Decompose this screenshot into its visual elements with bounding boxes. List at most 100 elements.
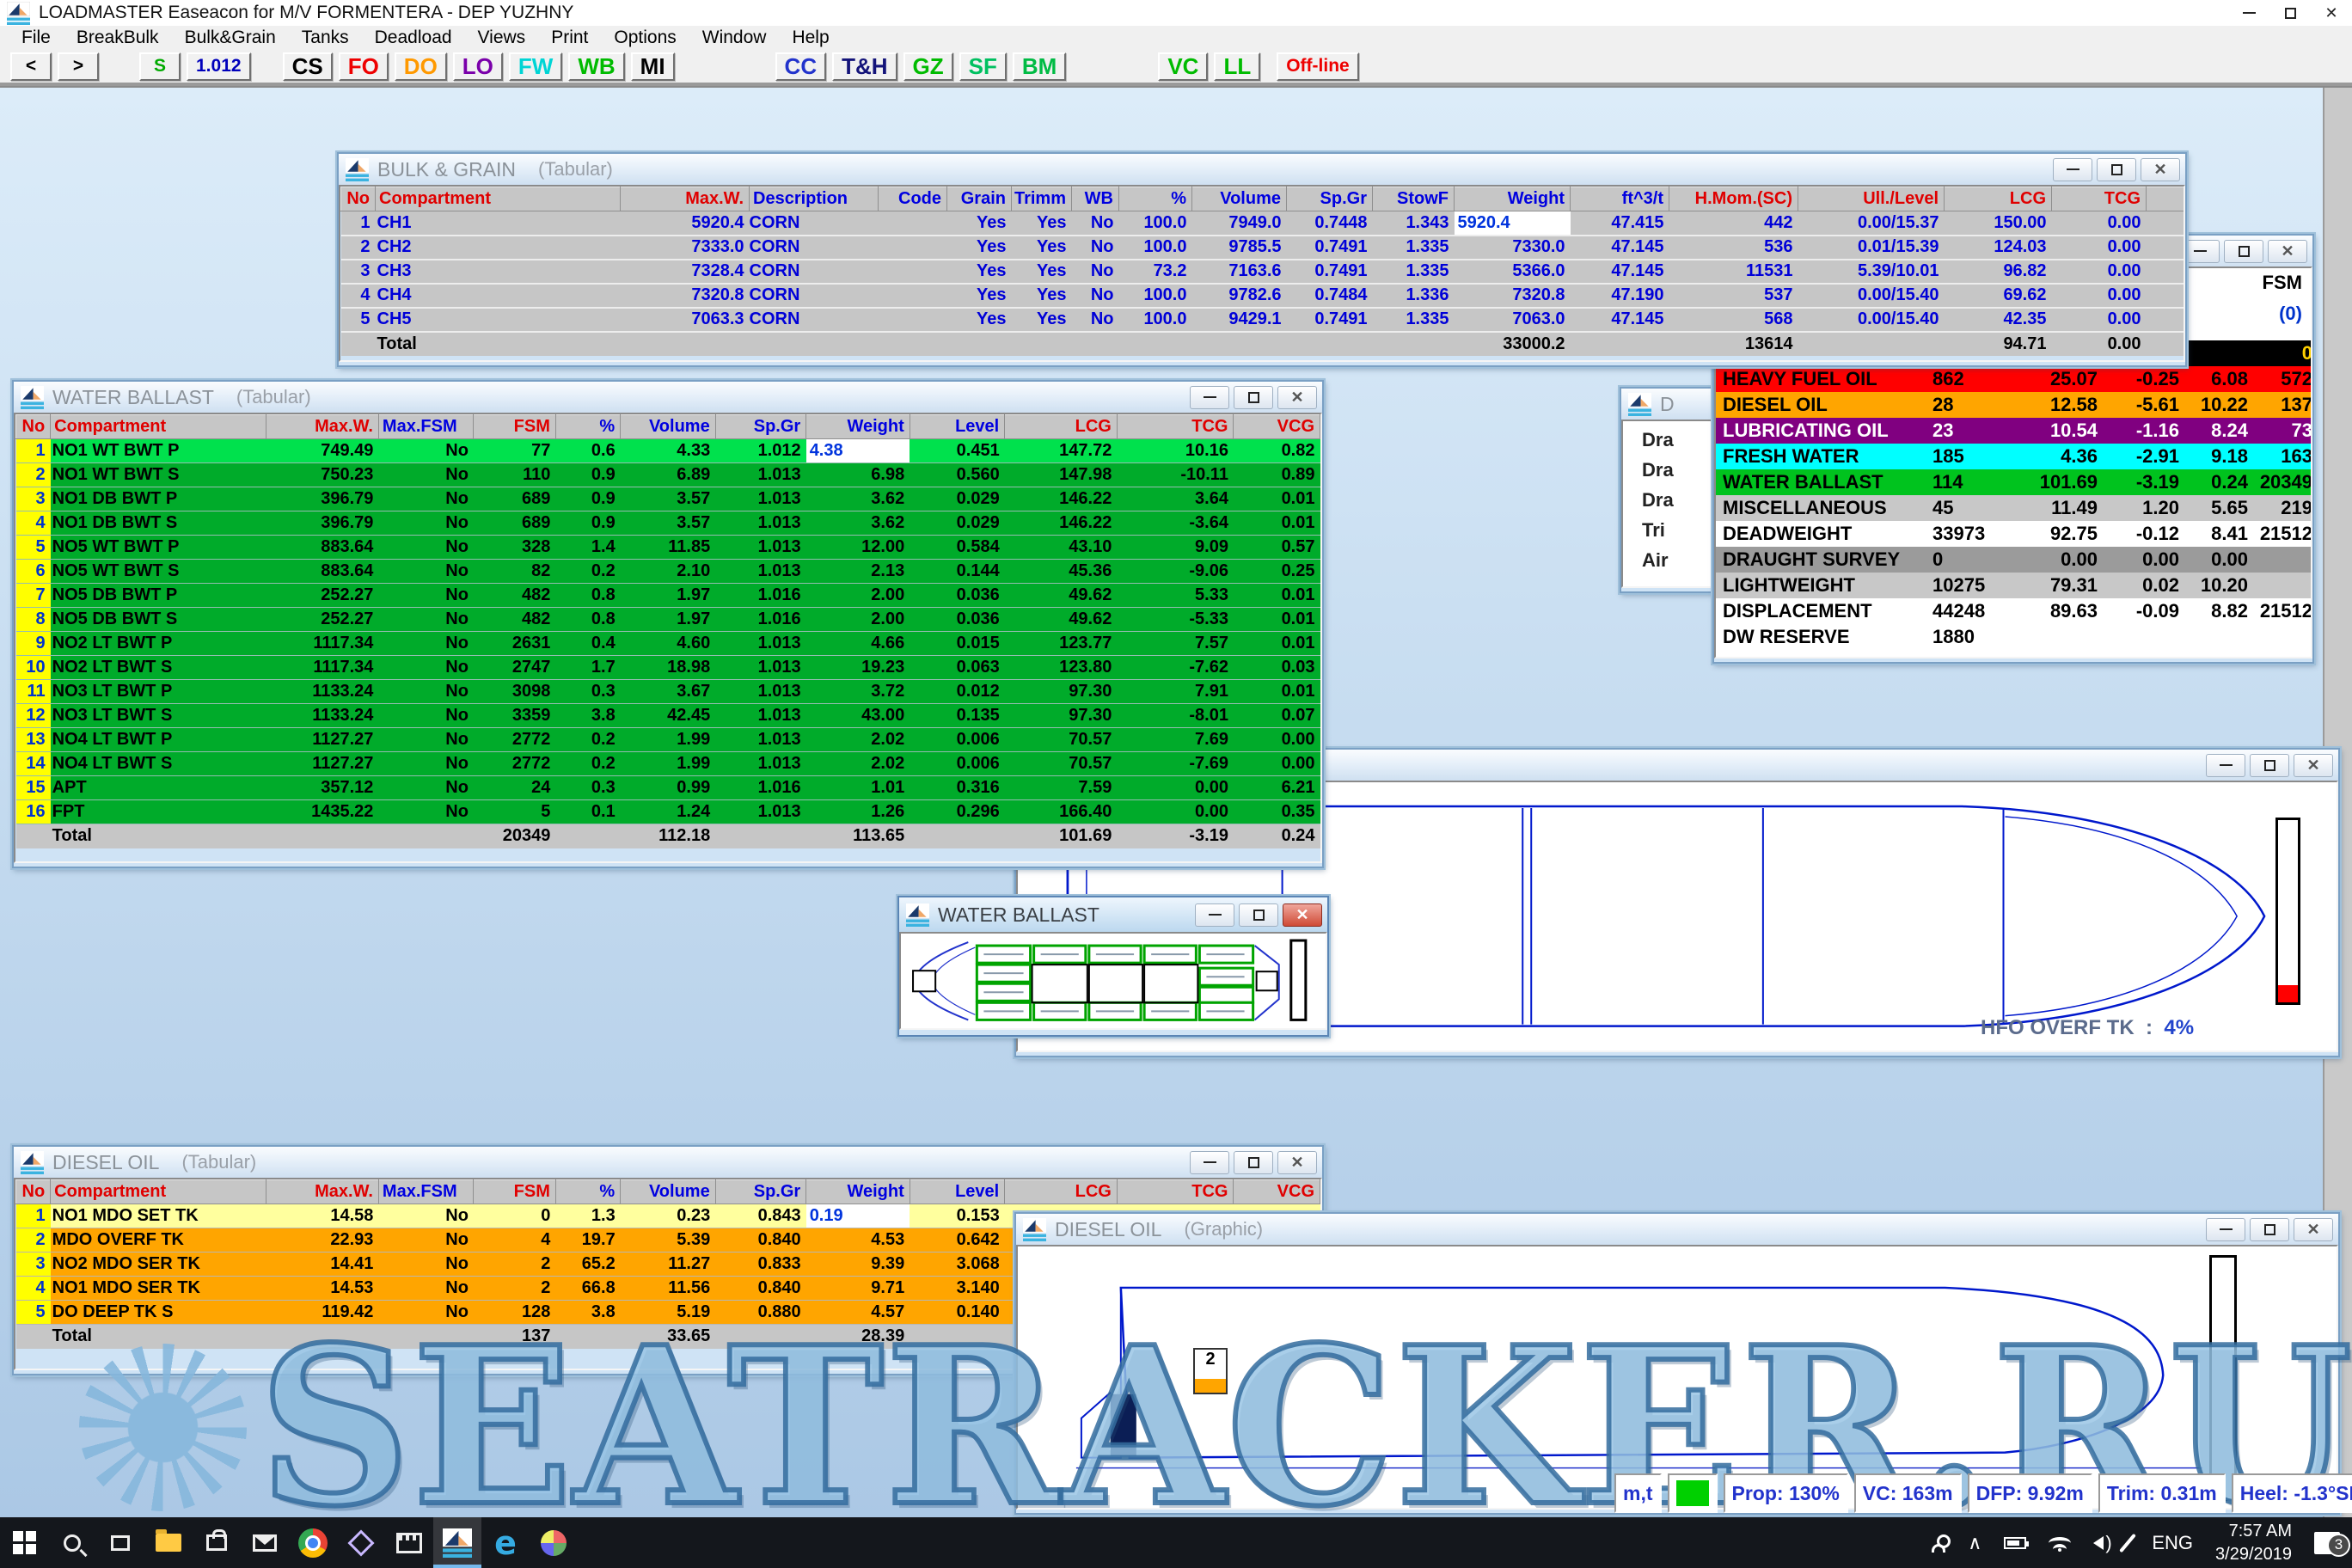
table-cell[interactable]: NO1 MDO SET TK xyxy=(51,1204,266,1228)
table-cell[interactable]: NO5 DB BWT S xyxy=(51,608,266,632)
table-cell[interactable]: 1.97 xyxy=(621,608,716,632)
table-cell[interactable]: 252.27 xyxy=(266,608,379,632)
table-cell[interactable]: No xyxy=(378,439,474,463)
table-cell[interactable]: 883.64 xyxy=(266,560,379,584)
table-cell[interactable]: CH5 xyxy=(376,308,621,332)
table-cell[interactable]: NO5 DB BWT P xyxy=(51,584,266,608)
bm-button[interactable]: BM xyxy=(1013,52,1066,81)
table-cell[interactable]: 862 xyxy=(1931,366,2012,392)
table-cell[interactable]: 1.013 xyxy=(715,560,805,584)
table-cell[interactable]: 0.880 xyxy=(715,1301,805,1325)
table-cell[interactable]: Yes xyxy=(1012,236,1072,260)
table-cell[interactable]: 1 xyxy=(16,439,51,463)
table-cell[interactable]: 19.7 xyxy=(555,1228,620,1253)
table-cell[interactable]: No xyxy=(378,560,474,584)
table-cell[interactable]: NO1 DB BWT S xyxy=(51,511,266,536)
table-cell[interactable]: 146.22 xyxy=(1005,511,1118,536)
table-cell[interactable]: 5920.4 xyxy=(1455,211,1571,236)
table-cell[interactable]: -0.12 xyxy=(2103,521,2184,547)
table-cell[interactable]: 3359 xyxy=(474,704,555,728)
dog-restore-button[interactable] xyxy=(2250,1218,2289,1241)
table-cell[interactable]: 0.00 xyxy=(1117,776,1234,800)
offline-button[interactable]: Off-line xyxy=(1277,52,1359,81)
table-cell[interactable]: 1.013 xyxy=(715,752,805,776)
table-cell[interactable]: 482 xyxy=(474,584,555,608)
wb-minimize-button[interactable] xyxy=(1190,386,1229,409)
table-cell[interactable]: 8.41 xyxy=(2184,521,2253,547)
table-cell[interactable]: 11.85 xyxy=(621,536,716,560)
table-cell[interactable]: 0.89 xyxy=(1234,463,1320,487)
table-cell[interactable]: 0.82 xyxy=(1234,439,1320,463)
table-cell[interactable]: 0.01 xyxy=(1234,511,1320,536)
table-cell[interactable]: 21512 xyxy=(2253,598,2312,624)
table-cell[interactable]: 1.335 xyxy=(1373,308,1455,332)
edge-icon[interactable]: e xyxy=(481,1517,530,1568)
table-cell[interactable]: 0.02 xyxy=(2103,573,2184,598)
table-cell[interactable]: 8.58 xyxy=(2147,284,2186,308)
table-cell[interactable]: 4 xyxy=(341,284,376,308)
table-cell[interactable]: 77 xyxy=(474,439,555,463)
table-cell[interactable]: NO4 LT BWT P xyxy=(51,728,266,752)
hfo-minimize-button[interactable] xyxy=(2206,754,2245,777)
table-cell[interactable]: 6.89 xyxy=(621,463,716,487)
table-cell[interactable] xyxy=(2253,573,2312,598)
table-cell[interactable]: 1880 xyxy=(1931,624,2012,650)
hfo-restore-button[interactable] xyxy=(2250,754,2289,777)
table-cell[interactable]: 0.1 xyxy=(555,800,620,824)
table-cell[interactable]: 7163.6 xyxy=(1192,260,1287,284)
do-restore-button[interactable] xyxy=(1234,1151,1273,1174)
table-cell[interactable]: 689 xyxy=(474,487,555,511)
hfo-close-button[interactable]: ✕ xyxy=(2294,754,2333,777)
table-cell[interactable]: 100.0 xyxy=(1119,308,1192,332)
table-cell[interactable]: No xyxy=(1072,236,1119,260)
table-cell[interactable]: No xyxy=(378,632,474,656)
table-cell[interactable]: -1.16 xyxy=(2103,418,2184,444)
fo-button[interactable]: FO xyxy=(339,52,389,81)
table-cell[interactable]: 1 xyxy=(16,1204,51,1228)
chrome-icon[interactable] xyxy=(289,1517,337,1568)
table-cell[interactable]: 96.82 xyxy=(1945,260,2052,284)
table-cell[interactable]: No xyxy=(378,1204,474,1228)
paint-icon[interactable] xyxy=(530,1517,578,1568)
table-cell[interactable]: 70.57 xyxy=(1005,728,1118,752)
table-cell[interactable]: 3 xyxy=(16,1253,51,1277)
video-editor-icon[interactable] xyxy=(385,1517,433,1568)
table-cell[interactable]: No xyxy=(378,800,474,824)
bulk-close-button[interactable]: ✕ xyxy=(2141,158,2180,181)
task-view-icon[interactable] xyxy=(96,1517,144,1568)
table-cell[interactable]: 1.99 xyxy=(621,752,716,776)
table-cell[interactable]: -0.09 xyxy=(2103,598,2184,624)
table-cell[interactable]: 7063.3 xyxy=(621,308,750,332)
table-cell[interactable]: 4.36 xyxy=(2012,444,2103,469)
table-cell[interactable]: 9782.6 xyxy=(1192,284,1287,308)
table-cell[interactable]: 4.33 xyxy=(621,439,716,463)
table-cell[interactable]: 5920.4 xyxy=(621,211,750,236)
table-cell[interactable]: 43.00 xyxy=(806,704,910,728)
table-cell[interactable]: 1.01 xyxy=(806,776,910,800)
table-cell[interactable] xyxy=(879,308,947,332)
table-cell[interactable]: 396.79 xyxy=(266,511,379,536)
table-cell[interactable]: 0.560 xyxy=(910,463,1005,487)
table-cell[interactable]: 8 xyxy=(16,608,51,632)
table-cell[interactable]: 7330.0 xyxy=(1455,236,1571,260)
table-cell[interactable]: 33973 xyxy=(1931,521,2012,547)
menu-print[interactable]: Print xyxy=(538,28,601,48)
table-cell[interactable]: 4.57 xyxy=(806,1301,910,1325)
table-cell[interactable]: 73 xyxy=(2253,418,2312,444)
table-cell[interactable]: CH2 xyxy=(376,236,621,260)
table-cell[interactable]: 5 xyxy=(474,800,555,824)
table-cell[interactable]: 6 xyxy=(16,560,51,584)
table-cell[interactable]: NO3 LT BWT P xyxy=(51,680,266,704)
table-cell[interactable]: 110 xyxy=(474,463,555,487)
wb-close-button[interactable]: ✕ xyxy=(1277,386,1317,409)
table-cell[interactable]: 42.35 xyxy=(1945,308,2052,332)
table-cell[interactable]: 92.75 xyxy=(2012,521,2103,547)
table-cell[interactable]: 0.029 xyxy=(910,511,1005,536)
table-cell[interactable]: 1.013 xyxy=(715,536,805,560)
table-cell[interactable]: 1133.24 xyxy=(266,680,379,704)
table-cell[interactable]: 6.08 xyxy=(2184,366,2253,392)
table-cell[interactable]: DEADWEIGHT xyxy=(1716,521,1931,547)
table-cell[interactable]: 537 xyxy=(1669,284,1798,308)
table-cell[interactable]: 442 xyxy=(1669,211,1798,236)
table-cell[interactable]: 7.57 xyxy=(1117,632,1234,656)
